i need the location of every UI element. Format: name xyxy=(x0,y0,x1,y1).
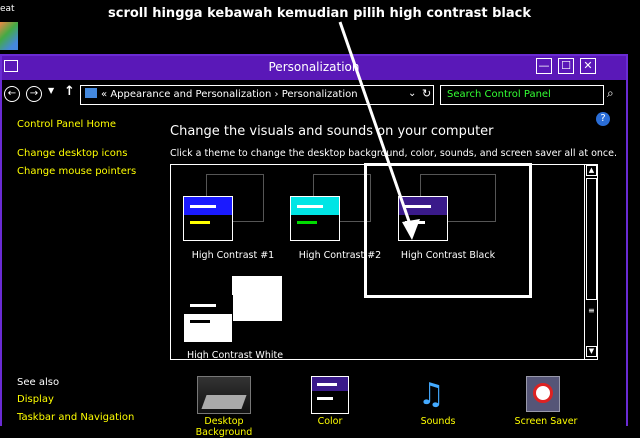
refresh-icon[interactable]: ↻ xyxy=(422,87,431,100)
window-title: Personalization xyxy=(268,60,360,74)
theme-high-contrast-2[interactable] xyxy=(290,196,340,241)
change-mouse-pointers-link[interactable]: Change mouse pointers xyxy=(17,166,136,177)
page-heading: Change the visuals and sounds on your co… xyxy=(170,124,494,139)
theme-title-line xyxy=(190,304,216,307)
breadcrumb-prefix[interactable]: « xyxy=(101,89,107,100)
maximize-button[interactable]: ☐ xyxy=(558,58,574,74)
theme-title-line xyxy=(190,205,216,208)
title-bar[interactable]: Personalization — ☐ ✕ xyxy=(2,56,626,80)
theme-list-scrollbar[interactable]: ▲ ≡ ▼ xyxy=(584,164,598,360)
taskbar-navigation-link[interactable]: Taskbar and Navigation xyxy=(17,412,134,423)
scroll-down-icon[interactable]: ▼ xyxy=(586,346,597,357)
theme-label[interactable]: High Contrast #1 xyxy=(183,250,283,261)
control-panel-icon xyxy=(85,88,97,98)
color-icon[interactable] xyxy=(311,376,349,414)
change-desktop-icons-link[interactable]: Change desktop icons xyxy=(17,148,127,159)
breadcrumb-appearance[interactable]: Appearance and Personalization xyxy=(110,89,271,100)
theme-label[interactable]: High Contrast White xyxy=(180,350,290,361)
tutorial-annotation: scroll hingga kebawah kemudian pilih hig… xyxy=(108,6,531,21)
address-bar[interactable]: « Appearance and Personalization › Perso… xyxy=(80,85,434,105)
recent-pages-chevron-icon[interactable]: ▼ xyxy=(48,86,54,95)
see-also-heading: See also xyxy=(17,377,60,388)
control-panel-home-link[interactable]: Control Panel Home xyxy=(17,119,116,130)
forward-button[interactable]: → xyxy=(26,86,42,102)
scroll-grip-icon[interactable]: ≡ xyxy=(588,306,595,315)
breadcrumb-personalization[interactable]: Personalization xyxy=(282,89,358,100)
desktop-icon-label: eat xyxy=(0,4,15,14)
close-button[interactable]: ✕ xyxy=(580,58,596,74)
theme-accent-line xyxy=(297,221,317,224)
scroll-up-icon[interactable]: ▲ xyxy=(586,165,597,176)
screen-saver-label[interactable]: Screen Saver xyxy=(508,416,584,427)
theme-accent-line xyxy=(190,320,210,323)
theme-title-line xyxy=(297,205,323,208)
search-input[interactable]: Search Control Panel xyxy=(440,85,604,105)
sounds-label[interactable]: Sounds xyxy=(408,416,468,427)
minimize-button[interactable]: — xyxy=(536,58,552,74)
navigation-bar: ← → ▼ ↑ « Appearance and Personalization… xyxy=(2,80,626,110)
theme-high-contrast-1[interactable] xyxy=(183,196,233,241)
search-icon[interactable]: ⌕ xyxy=(607,86,614,101)
theme-background-frame xyxy=(232,276,282,321)
theme-accent-line xyxy=(190,221,210,224)
address-dropdown-icon[interactable]: ⌄ xyxy=(408,88,416,99)
desktop-background-label[interactable]: Desktop Background xyxy=(176,416,272,438)
help-icon[interactable]: ? xyxy=(596,112,610,126)
back-button[interactable]: ← xyxy=(4,86,20,102)
theme-high-contrast-white[interactable] xyxy=(183,295,233,343)
breadcrumb-separator[interactable]: › xyxy=(275,89,279,100)
color-label[interactable]: Color xyxy=(300,416,360,427)
display-link[interactable]: Display xyxy=(17,394,54,405)
screen-saver-icon[interactable] xyxy=(526,376,560,412)
desktop-background-icon[interactable] xyxy=(197,376,251,414)
sounds-icon[interactable]: ♫ xyxy=(418,376,445,414)
up-button[interactable]: ↑ xyxy=(64,84,75,99)
highlight-box xyxy=(364,163,532,298)
desktop-app-icon[interactable] xyxy=(0,22,18,50)
page-subheading: Click a theme to change the desktop back… xyxy=(170,148,618,159)
scroll-thumb[interactable] xyxy=(586,178,597,300)
